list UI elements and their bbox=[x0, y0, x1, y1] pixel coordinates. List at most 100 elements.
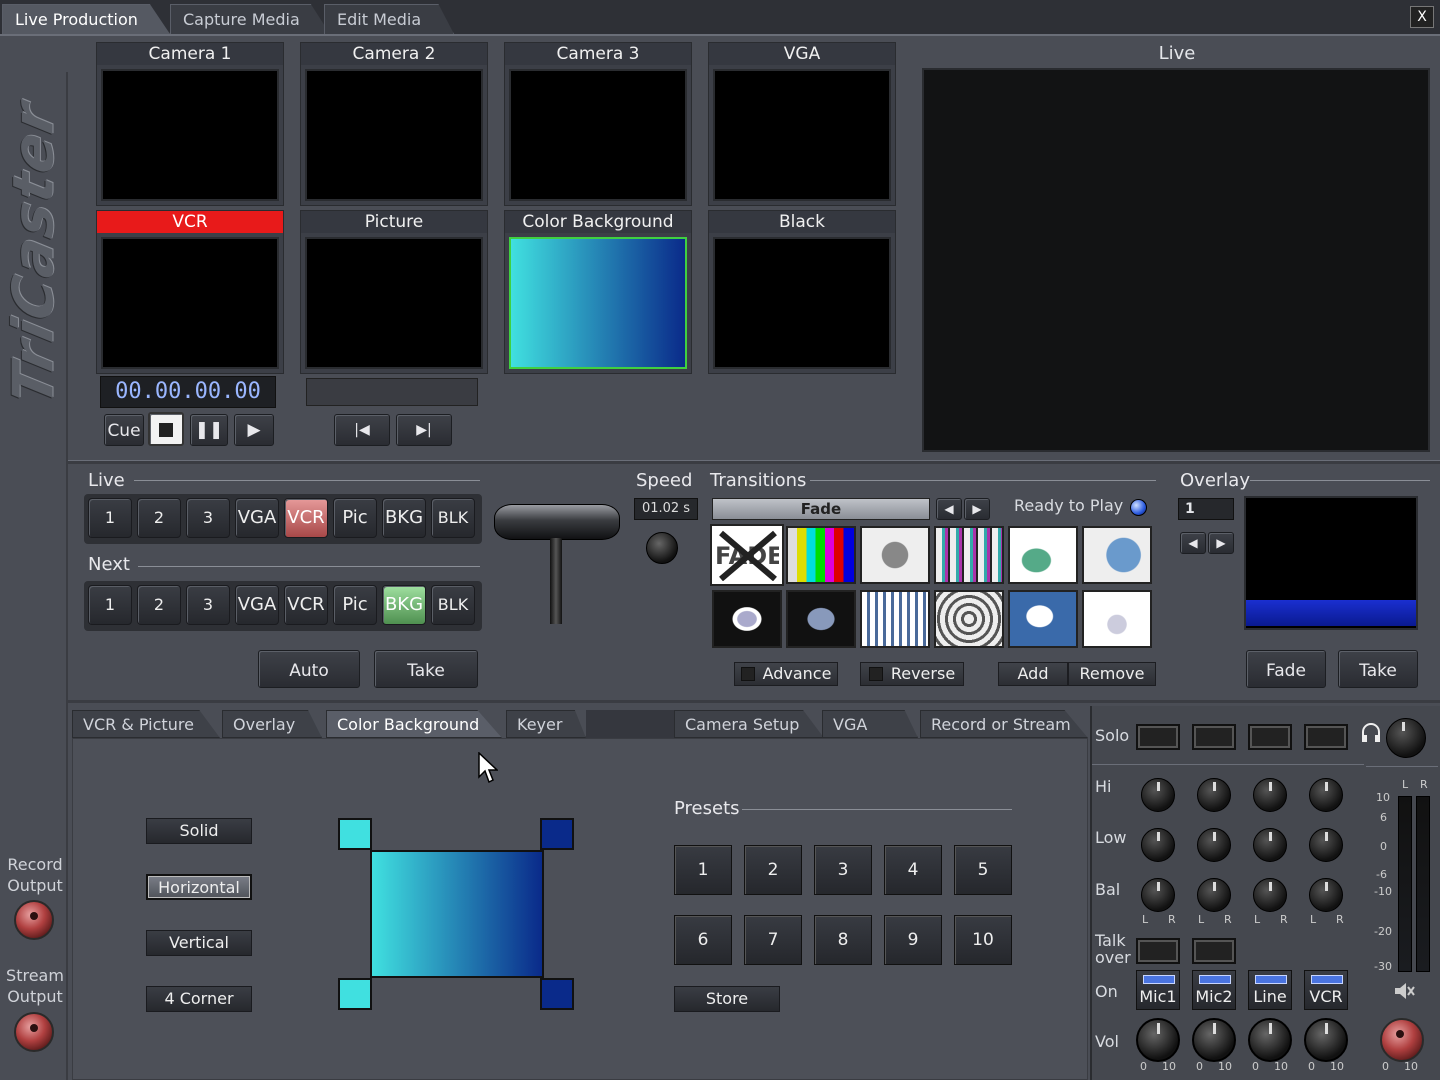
tab-overlay[interactable]: Overlay bbox=[222, 710, 322, 738]
solo-vcr[interactable] bbox=[1304, 724, 1348, 750]
preset-10[interactable]: 10 bbox=[954, 915, 1012, 965]
overlay-index-field[interactable]: 1 bbox=[1178, 498, 1234, 520]
headphone-volume-knob[interactable] bbox=[1386, 718, 1426, 758]
tab-record-stream[interactable]: Record or Stream bbox=[920, 710, 1088, 738]
tab-edit-media[interactable]: Edit Media bbox=[324, 4, 454, 34]
color-handle-bottom-left[interactable] bbox=[338, 978, 372, 1010]
tab-camera-setup[interactable]: Camera Setup bbox=[674, 710, 824, 738]
next-btn-3[interactable]: 3 bbox=[186, 585, 230, 625]
horizontal-button[interactable]: Horizontal bbox=[146, 874, 252, 900]
low-knob-line[interactable] bbox=[1253, 828, 1287, 862]
transition-name-field[interactable]: Fade bbox=[712, 498, 930, 520]
preset-3[interactable]: 3 bbox=[814, 845, 872, 895]
bal-knob-mic1[interactable] bbox=[1141, 878, 1175, 912]
next-btn-1[interactable]: 1 bbox=[88, 585, 132, 625]
overlay-take-button[interactable]: Take bbox=[1338, 650, 1418, 688]
live-btn-bkg[interactable]: BKG bbox=[382, 498, 426, 538]
low-knob-mic2[interactable] bbox=[1197, 828, 1231, 862]
next-btn-vcr[interactable]: VCR bbox=[284, 585, 328, 625]
tab-capture-media[interactable]: Capture Media bbox=[170, 4, 330, 34]
talkover-mic2[interactable] bbox=[1192, 938, 1236, 964]
picture-prev-button[interactable]: |◀ bbox=[334, 414, 390, 446]
transition-thumb-6[interactable] bbox=[1082, 526, 1152, 584]
hi-knob-vcr[interactable] bbox=[1309, 778, 1343, 812]
preset-7[interactable]: 7 bbox=[744, 915, 802, 965]
tab-color-background[interactable]: Color Background bbox=[326, 710, 502, 738]
transition-thumb-12[interactable] bbox=[1082, 590, 1152, 648]
live-btn-2[interactable]: 2 bbox=[137, 498, 181, 538]
transition-thumb-2[interactable] bbox=[786, 526, 856, 584]
transition-thumb-7[interactable] bbox=[712, 590, 782, 648]
vcr-play-button[interactable]: ▶ bbox=[234, 414, 274, 446]
preset-9[interactable]: 9 bbox=[884, 915, 942, 965]
preset-8[interactable]: 8 bbox=[814, 915, 872, 965]
record-output-knob[interactable] bbox=[14, 900, 54, 940]
solo-line[interactable] bbox=[1248, 724, 1292, 750]
vol-knob-line[interactable] bbox=[1248, 1018, 1292, 1062]
add-transition-button[interactable]: Add bbox=[998, 662, 1068, 686]
on-mic1[interactable]: Mic1 bbox=[1136, 970, 1180, 1010]
next-btn-pic[interactable]: Pic bbox=[333, 585, 377, 625]
store-preset-button[interactable]: Store bbox=[674, 986, 780, 1012]
on-vcr[interactable]: VCR bbox=[1304, 970, 1348, 1010]
vcr-pause-button[interactable]: ❚❚ bbox=[190, 414, 228, 446]
live-btn-vcr[interactable]: VCR bbox=[284, 498, 328, 538]
preset-2[interactable]: 2 bbox=[744, 845, 802, 895]
monitor-picture[interactable]: Picture bbox=[300, 210, 488, 374]
reverse-checkbox[interactable]: Reverse bbox=[860, 662, 964, 686]
vol-knob-vcr[interactable] bbox=[1304, 1018, 1348, 1062]
solo-mic2[interactable] bbox=[1192, 724, 1236, 750]
solo-mic1[interactable] bbox=[1136, 724, 1180, 750]
transition-thumb-11[interactable] bbox=[1008, 590, 1078, 648]
next-btn-2[interactable]: 2 bbox=[137, 585, 181, 625]
advance-checkbox[interactable]: Advance bbox=[734, 662, 838, 686]
bal-knob-line[interactable] bbox=[1253, 878, 1287, 912]
4-corner-button[interactable]: 4 Corner bbox=[146, 986, 252, 1012]
bal-knob-vcr[interactable] bbox=[1309, 878, 1343, 912]
master-volume-knob[interactable] bbox=[1380, 1018, 1424, 1062]
monitor-camera1[interactable]: Camera 1 bbox=[96, 42, 284, 206]
transition-thumb-3[interactable] bbox=[860, 526, 930, 584]
transition-next-button[interactable]: ▶ bbox=[964, 498, 990, 520]
preset-5[interactable]: 5 bbox=[954, 845, 1012, 895]
speaker-mute-icon[interactable] bbox=[1392, 980, 1416, 1002]
vol-knob-mic1[interactable] bbox=[1136, 1018, 1180, 1062]
low-knob-vcr[interactable] bbox=[1309, 828, 1343, 862]
hi-knob-mic2[interactable] bbox=[1197, 778, 1231, 812]
transition-thumb-9[interactable] bbox=[860, 590, 930, 648]
hi-knob-line[interactable] bbox=[1253, 778, 1287, 812]
monitor-vga[interactable]: VGA bbox=[708, 42, 896, 206]
monitor-color-background[interactable]: Color Background bbox=[504, 210, 692, 374]
color-handle-top-left[interactable] bbox=[338, 818, 372, 850]
on-mic2[interactable]: Mic2 bbox=[1192, 970, 1236, 1010]
on-line[interactable]: Line bbox=[1248, 970, 1292, 1010]
live-btn-blk[interactable]: BLK bbox=[431, 498, 475, 538]
overlay-fade-button[interactable]: Fade bbox=[1246, 650, 1326, 688]
transition-thumb-8[interactable] bbox=[786, 590, 856, 648]
tab-live-production[interactable]: Live Production bbox=[2, 4, 170, 34]
color-handle-bottom-right[interactable] bbox=[540, 978, 574, 1010]
live-btn-pic[interactable]: Pic bbox=[333, 498, 377, 538]
overlay-next-button[interactable]: ▶ bbox=[1208, 532, 1234, 554]
preset-1[interactable]: 1 bbox=[674, 845, 732, 895]
vertical-button[interactable]: Vertical bbox=[146, 930, 252, 956]
tab-vga[interactable]: VGA bbox=[822, 710, 918, 738]
auto-button[interactable]: Auto bbox=[258, 650, 360, 688]
monitor-vcr[interactable]: VCR bbox=[96, 210, 284, 374]
overlay-prev-button[interactable]: ◀ bbox=[1180, 532, 1206, 554]
preset-6[interactable]: 6 bbox=[674, 915, 732, 965]
next-btn-vga[interactable]: VGA bbox=[235, 585, 279, 625]
next-btn-blk[interactable]: BLK bbox=[431, 585, 475, 625]
vcr-stop-button[interactable] bbox=[148, 412, 184, 446]
live-btn-vga[interactable]: VGA bbox=[235, 498, 279, 538]
speed-knob[interactable] bbox=[646, 532, 678, 564]
transition-thumb-4[interactable] bbox=[934, 526, 1004, 584]
transition-thumb-10[interactable] bbox=[934, 590, 1004, 648]
close-button[interactable]: X bbox=[1410, 6, 1434, 28]
t-bar-handle[interactable] bbox=[494, 504, 620, 540]
monitor-camera2[interactable]: Camera 2 bbox=[300, 42, 488, 206]
vcr-cue-button[interactable]: Cue bbox=[104, 414, 144, 446]
tab-keyer[interactable]: Keyer bbox=[506, 710, 586, 738]
color-handle-top-right[interactable] bbox=[540, 818, 574, 850]
live-btn-1[interactable]: 1 bbox=[88, 498, 132, 538]
